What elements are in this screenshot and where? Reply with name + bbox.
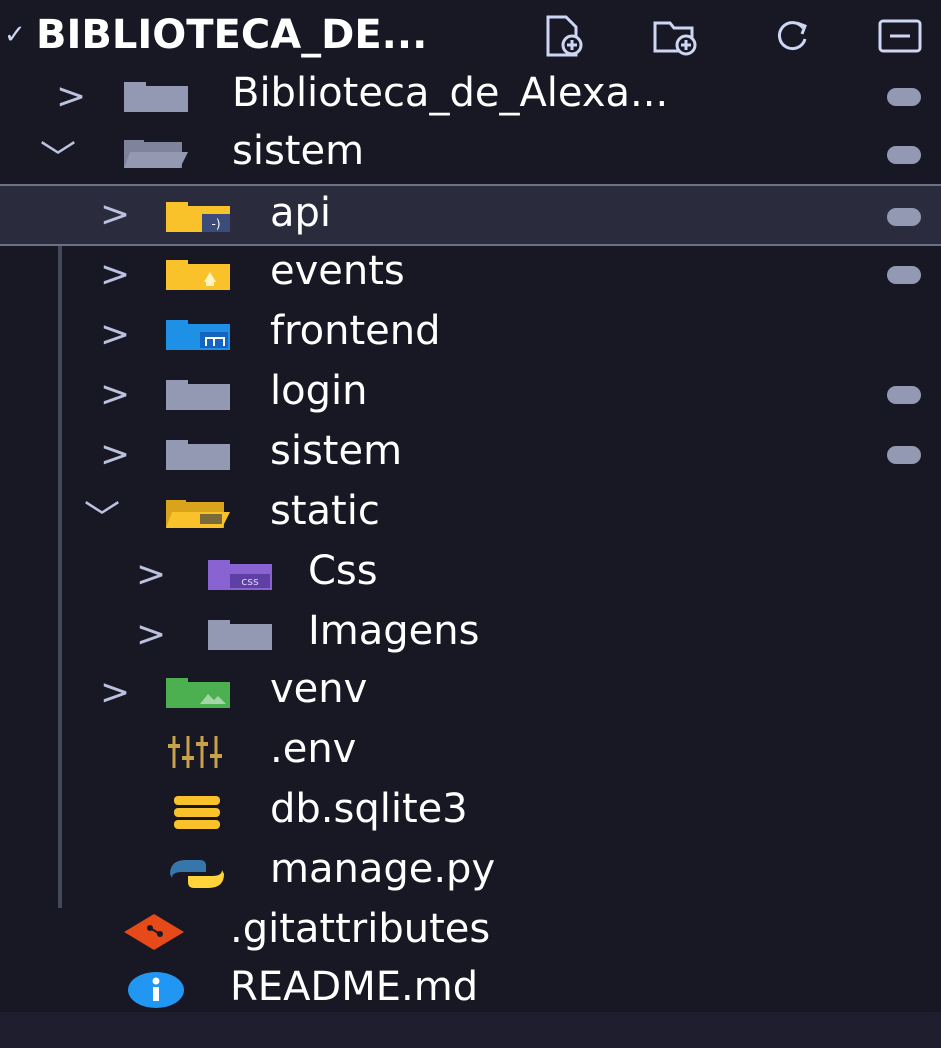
tree-item-gitattributes[interactable]: .gitattributes <box>0 904 941 962</box>
folder-icon <box>166 380 230 410</box>
tree-item-imagens[interactable]: > Imagens <box>0 606 941 664</box>
explorer-header: ✓ BIBLIOTECA_DE... <box>0 0 941 72</box>
tree-item-label: events <box>270 248 405 294</box>
chevron-down-icon[interactable]: ﹀ <box>84 490 120 542</box>
chevron-right-icon[interactable]: > <box>100 434 130 475</box>
modified-dot <box>887 446 921 464</box>
chevron-right-icon[interactable]: > <box>100 374 130 415</box>
modified-dot <box>887 88 921 106</box>
workspace-title[interactable]: BIBLIOTECA_DE... <box>36 12 427 58</box>
database-icon <box>174 796 220 829</box>
chevron-right-icon[interactable]: > <box>100 194 130 235</box>
chevron-right-icon[interactable]: > <box>100 254 130 295</box>
modified-dot <box>887 386 921 404</box>
chevron-right-icon[interactable]: > <box>136 614 166 655</box>
folder-icon <box>124 82 188 112</box>
tree-item-label: db.sqlite3 <box>270 786 468 832</box>
tree-item-manage-py[interactable]: manage.py <box>0 844 941 902</box>
tree-item-label: Css <box>308 548 378 594</box>
modified-dot <box>887 208 921 226</box>
tree-item-env[interactable]: .env <box>0 724 941 782</box>
modified-dot <box>887 146 921 164</box>
tree-item-label: frontend <box>270 308 441 354</box>
svg-text:-): -) <box>211 217 220 231</box>
tree-item-label: sistem <box>270 428 403 474</box>
env-settings-icon <box>168 736 222 768</box>
svg-text:css: css <box>241 575 259 588</box>
folder-css-icon: css <box>208 560 272 590</box>
info-icon <box>128 972 184 1008</box>
folder-icon <box>208 620 272 650</box>
tree-item-label: README.md <box>230 964 479 1010</box>
folder-api-icon: -) <box>166 202 230 232</box>
tree-item-biblioteca[interactable]: > Biblioteca_de_Alexa... <box>0 68 941 126</box>
tree-item-venv[interactable]: > venv <box>0 664 941 722</box>
tree-item-label: .gitattributes <box>230 906 491 952</box>
tree-item-api[interactable]: > -) api <box>0 184 941 246</box>
tree-item-sistem-inner[interactable]: > sistem <box>0 426 941 484</box>
new-file-icon[interactable] <box>540 14 588 58</box>
new-folder-icon[interactable] <box>652 14 700 58</box>
refresh-icon[interactable] <box>768 14 816 58</box>
folder-static-open-icon <box>166 500 230 528</box>
tree-item-css[interactable]: > css Css <box>0 546 941 604</box>
tree-item-label: api <box>270 190 332 236</box>
folder-events-icon <box>166 260 230 290</box>
tree-item-static[interactable]: ﹀ static <box>0 486 941 544</box>
git-icon <box>124 914 184 950</box>
explorer-bottom-edge <box>0 1012 941 1048</box>
python-icon <box>170 860 224 888</box>
tree-item-label: sistem <box>232 128 365 174</box>
tree-item-label: login <box>270 368 368 414</box>
chevron-right-icon[interactable]: > <box>100 672 130 713</box>
tree-item-label: static <box>270 488 380 534</box>
tree-item-label: venv <box>270 666 368 712</box>
folder-open-icon <box>124 140 188 168</box>
chevron-down-icon[interactable]: ﹀ <box>40 130 76 182</box>
chevron-right-icon[interactable]: > <box>136 554 166 595</box>
tree-item-label: Imagens <box>308 608 480 654</box>
file-explorer: ✓ BIBLIOTECA_DE... > Biblioteca_de_Alexa… <box>0 0 941 1048</box>
tree-item-events[interactable]: > events <box>0 246 941 304</box>
tree-item-label: manage.py <box>270 846 496 892</box>
folder-frontend-icon <box>166 320 230 350</box>
folder-icon <box>166 440 230 470</box>
tree-item-label: Biblioteca_de_Alexa... <box>232 70 669 116</box>
tree-item-sistem[interactable]: ﹀ sistem <box>0 126 941 184</box>
tree-item-db-sqlite3[interactable]: db.sqlite3 <box>0 784 941 842</box>
modified-dot <box>887 266 921 284</box>
folder-venv-icon <box>166 678 230 708</box>
collapse-all-icon[interactable] <box>876 14 924 58</box>
tree-item-frontend[interactable]: > frontend <box>0 306 941 364</box>
tree-item-login[interactable]: > login <box>0 366 941 424</box>
chevron-down-icon[interactable]: ✓ <box>4 20 26 50</box>
tree-item-label: .env <box>270 726 357 772</box>
chevron-right-icon[interactable]: > <box>100 314 130 355</box>
chevron-right-icon[interactable]: > <box>56 76 86 117</box>
